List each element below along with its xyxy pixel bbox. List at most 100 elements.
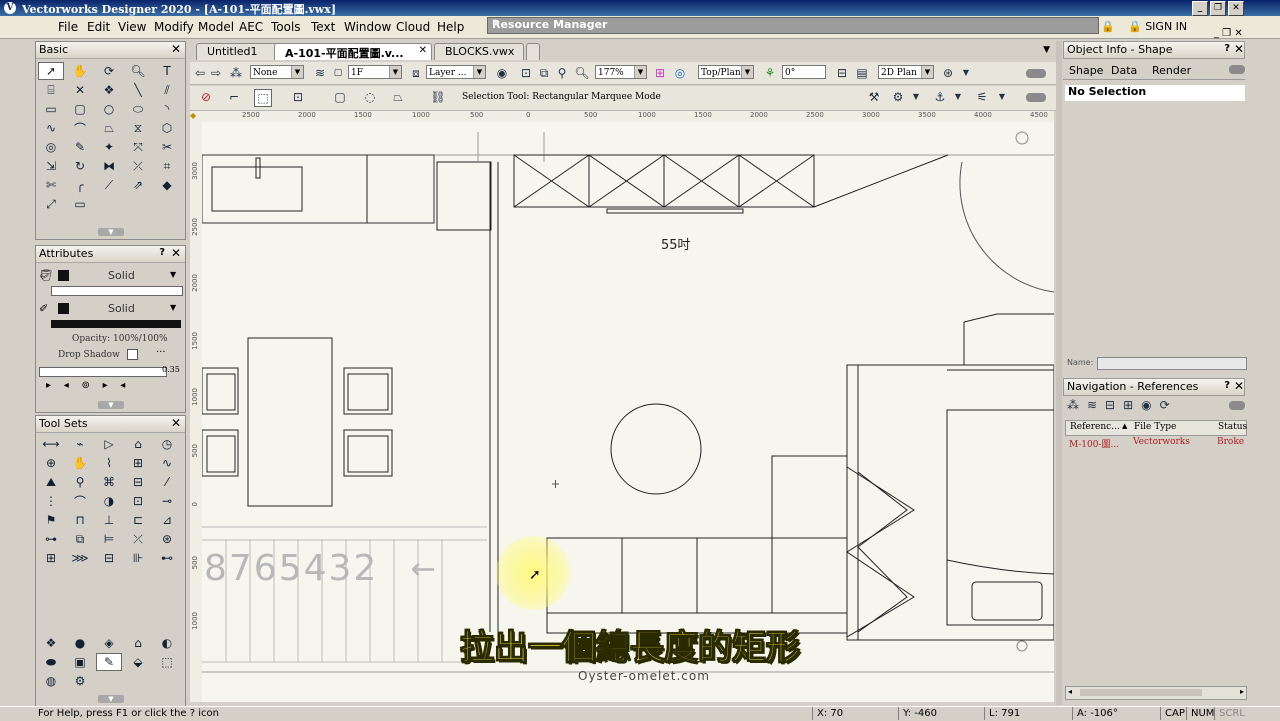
blob-icon[interactable]: ◑	[96, 492, 122, 510]
line-thickness-bar[interactable]	[39, 367, 167, 377]
selection-tool-icon[interactable]: ➚	[38, 62, 64, 80]
menu-aec[interactable]: AEC	[239, 20, 263, 34]
polygon-tool-icon[interactable]: ⏢	[96, 119, 122, 137]
interactive-scaling-icon[interactable]: ⊡	[290, 89, 306, 105]
rounded-rectangle-tool-icon[interactable]: ▢	[67, 100, 93, 118]
menu-window[interactable]: Window	[344, 20, 391, 34]
tab-untitled1[interactable]: Untitled1	[196, 43, 280, 60]
tab-shape[interactable]: Shape	[1069, 64, 1103, 77]
close-icon[interactable]: ✕	[1234, 42, 1244, 56]
rail-icon[interactable]: ⊶	[38, 530, 64, 548]
column-reference[interactable]: Referenc...	[1070, 422, 1120, 432]
column-file-type[interactable]: File Type	[1134, 422, 1176, 432]
stack-layers-icon[interactable]: ⊟	[834, 65, 850, 81]
drawing-canvas[interactable]: 55吋 8765432 ↑	[202, 122, 1054, 702]
roof-icon[interactable]: ⌂	[125, 435, 151, 453]
zoom-icon[interactable]: ⚲	[554, 65, 570, 81]
freehand-tool-icon[interactable]: ∿	[38, 119, 64, 137]
x-tool-icon[interactable]: ✕	[67, 81, 93, 99]
rectangle-tool-icon[interactable]: ▭	[38, 100, 64, 118]
text-tool-icon[interactable]: T	[154, 62, 180, 80]
tab-a101[interactable]: A-101-平面配置圖.v... ✕	[274, 43, 432, 60]
arrows-icon[interactable]: ⋙	[67, 549, 93, 567]
circle-tool-icon[interactable]: ○	[96, 100, 122, 118]
globe-icon[interactable]: ◎	[672, 65, 688, 81]
scroll-right-icon[interactable]: ▸	[1240, 687, 1244, 696]
menu-modify[interactable]: Modify	[154, 20, 194, 34]
close-icon[interactable]: ✕	[171, 416, 181, 430]
trim-tool-icon[interactable]: ⤫	[125, 157, 151, 175]
pan-tool-icon[interactable]: ✋	[67, 62, 93, 80]
menu-text[interactable]: Text	[311, 20, 335, 34]
rotation-angle-field[interactable]: 0°	[782, 65, 826, 79]
layer-options-icon[interactable]: ⧈	[408, 65, 424, 81]
oval-tool-icon[interactable]: ⬭	[125, 100, 151, 118]
tab-data[interactable]: Data	[1111, 64, 1137, 77]
selection-preferences-icon[interactable]: ⛓	[430, 89, 446, 105]
help-icon[interactable]: ?	[1224, 43, 1230, 54]
building-icon[interactable]: ⌂	[125, 634, 151, 652]
curve-icon[interactable]: ⌒	[67, 492, 93, 510]
restore-icon[interactable]: ❐	[1210, 1, 1226, 16]
pen-style-value[interactable]: Solid	[108, 302, 135, 315]
close-icon[interactable]: ✕	[492, 19, 1092, 29]
plane-rotation-icon[interactable]: ⚘	[762, 65, 778, 81]
view-select[interactable]: Top/Plan ▼	[698, 65, 754, 79]
double-polygon-tool-icon[interactable]: ⧖	[125, 119, 151, 137]
gun-icon[interactable]: ⊿	[154, 511, 180, 529]
chevron-down-icon[interactable]: ▼	[958, 65, 974, 81]
minimize-icon[interactable]: _	[1192, 1, 1208, 16]
rectangular-marquee-icon[interactable]: ▢	[332, 89, 348, 105]
search-icon[interactable]: ⚲	[67, 473, 93, 491]
connect-combine-icon[interactable]: ✦	[96, 138, 122, 156]
tag-icon[interactable]: ⌘	[96, 473, 122, 491]
ruler-icon[interactable]: ⊨	[96, 530, 122, 548]
offset-tool-icon[interactable]: ⇲	[38, 157, 64, 175]
gear-icon[interactable]: ⚙	[890, 89, 906, 105]
menu-cloud[interactable]: Cloud	[396, 20, 430, 34]
horizontal-scrollbar[interactable]: ◂ ▸	[1065, 686, 1247, 700]
palette-icon[interactable]: ◐	[154, 634, 180, 652]
close-icon[interactable]: ✕	[1228, 1, 1244, 16]
callout-tool-icon[interactable]: ⌸	[38, 81, 64, 99]
collapse-arrow-icon[interactable]: ▼	[98, 695, 124, 703]
truss-icon[interactable]: ⊞	[125, 454, 151, 472]
globe-icon[interactable]: ⊛	[154, 530, 180, 548]
scroll-thumb[interactable]	[1080, 689, 1202, 696]
stair-icon[interactable]: ⊥	[96, 511, 122, 529]
more-options-icon[interactable]: ···	[156, 347, 166, 358]
menu-model[interactable]: Model	[198, 20, 234, 34]
chevron-down-icon[interactable]: ▼	[170, 303, 176, 312]
close-icon[interactable]: ✕	[419, 45, 427, 56]
menu-view[interactable]: View	[118, 20, 146, 34]
gear-icon[interactable]: ⚙	[67, 672, 93, 690]
panel-splitter[interactable]	[1056, 41, 1062, 705]
fill-color-swatch[interactable]	[58, 270, 69, 281]
grid-options-icon[interactable]: ⊡	[518, 65, 534, 81]
pick-up-icon[interactable]: ⚟	[974, 89, 990, 105]
slash-icon[interactable]: ⁄	[154, 473, 180, 491]
forward-icon[interactable]: ⇨	[208, 65, 224, 81]
dimension-tool-icon[interactable]: ⤢	[38, 195, 64, 213]
mode-bar-toggle[interactable]	[1026, 93, 1046, 102]
hand-icon[interactable]: ✋	[67, 454, 93, 472]
pen-icon[interactable]: ✐	[39, 302, 48, 315]
layer-square-icon[interactable]: ▢	[330, 65, 346, 81]
columns-icon[interactable]: ⊪	[125, 549, 151, 567]
pencil-icon[interactable]: ✎	[96, 653, 122, 671]
back-icon[interactable]: ⇦	[192, 65, 208, 81]
collapse-arrow-icon[interactable]: ▼	[98, 228, 124, 236]
scroll-left-icon[interactable]: ◂	[1068, 687, 1072, 696]
pen-color-swatch[interactable]	[58, 303, 69, 314]
dumbbell-icon[interactable]: ⊷	[154, 549, 180, 567]
drop-shadow-checkbox[interactable]	[127, 349, 138, 360]
cross-icon[interactable]: ⤫	[125, 530, 151, 548]
polygon-marquee-icon[interactable]: ⏢	[390, 89, 406, 105]
sphere-icon[interactable]: ●	[67, 634, 93, 652]
chevron-down-icon[interactable]: ▼	[908, 89, 924, 105]
class-select[interactable]: None ▼	[250, 65, 304, 79]
spiral-tool-icon[interactable]: ◎	[38, 138, 64, 156]
navigation-toolbar[interactable]: ⁂≋⊟⊞◉⟳	[1067, 398, 1178, 412]
box-icon[interactable]: ▣	[67, 653, 93, 671]
dimension-icon[interactable]: ⟷	[38, 435, 64, 453]
